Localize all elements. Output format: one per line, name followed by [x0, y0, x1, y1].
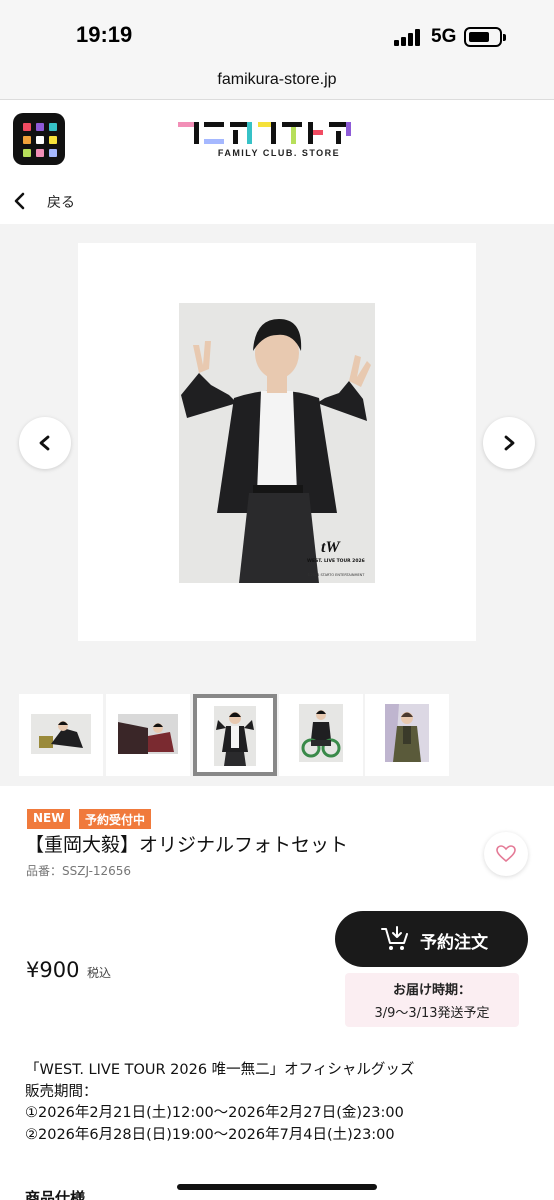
- menu-grid-dot: [36, 149, 44, 157]
- menu-grid-dot: [23, 149, 31, 157]
- gallery-thumbnail-selected[interactable]: [193, 694, 277, 776]
- photo-copyright: ©2026 STARTO ENTERTAINMENT: [307, 573, 365, 577]
- status-bar: 19:19 5G: [0, 0, 554, 62]
- delivery-label: お届け時期：: [392, 983, 471, 998]
- thumbnail-photo: [385, 704, 429, 762]
- gallery-thumbnail[interactable]: [19, 694, 103, 776]
- thumbnail-photo: [299, 704, 343, 762]
- favorite-button[interactable]: [484, 832, 528, 876]
- home-indicator[interactable]: [177, 1184, 377, 1190]
- preorder-button[interactable]: 予約注文: [335, 911, 528, 967]
- delivery-date: 3/9〜3/13発送予定: [374, 1006, 490, 1021]
- gallery-thumbnail[interactable]: [279, 694, 363, 776]
- menu-grid-dot: [49, 149, 57, 157]
- chevron-left-icon[interactable]: [12, 192, 28, 210]
- menu-grid-dot: [36, 136, 44, 144]
- menu-grid-dot: [23, 136, 31, 144]
- description-line: ②2026年6月28日(日)19:00〜2026年7月4日(土)23:00: [25, 1126, 395, 1143]
- menu-grid-dot: [23, 123, 31, 131]
- thumbnail-photo: [214, 706, 256, 766]
- network-type: 5G: [431, 26, 457, 47]
- heart-icon: [496, 845, 516, 863]
- chevron-right-icon: [504, 435, 515, 451]
- back-link[interactable]: 戻る: [47, 192, 75, 212]
- product-title: 【重岡大毅】オリジナルフォトセット: [25, 834, 349, 856]
- description-line: 「WEST. LIVE TOUR 2026 唯一無二」オフィシャルグッズ: [25, 1062, 415, 1078]
- signal-icon: [394, 28, 424, 46]
- menu-grid-dot: [36, 123, 44, 131]
- product-price: ¥900: [26, 958, 80, 982]
- photo-logo-mark: tW: [321, 539, 340, 556]
- preorder-button-label: 予約注文: [420, 933, 488, 953]
- thumbnail-photo: [31, 714, 91, 754]
- url-text[interactable]: famikura-store.jp: [0, 71, 554, 89]
- chevron-left-icon: [39, 435, 50, 451]
- battery-icon: [464, 27, 506, 47]
- gallery-next-button[interactable]: [483, 417, 535, 469]
- menu-grid-dot: [49, 136, 57, 144]
- specs-heading: 商品仕様: [25, 1189, 86, 1200]
- back-row: [0, 180, 554, 224]
- product-sku: 品番：SSZJ-12656: [26, 864, 132, 878]
- address-bar[interactable]: famikura-store.jp: [0, 62, 554, 100]
- status-time: 19:19: [76, 22, 133, 47]
- product-photo[interactable]: tW WEST. LIVE TOUR 2026 ©2026 STARTO ENT…: [179, 303, 375, 583]
- tax-label: 税込: [87, 966, 112, 980]
- new-badge: NEW: [27, 809, 71, 829]
- gallery-thumbnail[interactable]: [106, 694, 190, 776]
- thumbnail-photo: [118, 714, 178, 754]
- gallery-thumbnail[interactable]: [365, 694, 449, 776]
- cart-plus-icon: [381, 926, 408, 950]
- description-line: ①2026年2月21日(土)12:00〜2026年2月27日(金)23:00: [25, 1105, 404, 1121]
- logo-subtitle: FAMILY CLUB. STORE: [217, 148, 341, 158]
- menu-grid-button[interactable]: [13, 113, 65, 165]
- delivery-info: お届け時期： 3/9〜3/13発送予定: [345, 973, 519, 1027]
- product-description: 「WEST. LIVE TOUR 2026 唯一無二」オフィシャルグッズ 販売期…: [25, 1060, 414, 1146]
- menu-grid-dot: [49, 123, 57, 131]
- description-line: 販売期間：: [25, 1083, 98, 1100]
- gallery-prev-button[interactable]: [19, 417, 71, 469]
- photo-tour-text: WEST. LIVE TOUR 2026: [307, 559, 365, 564]
- preorder-badge: 予約受付中: [79, 809, 152, 829]
